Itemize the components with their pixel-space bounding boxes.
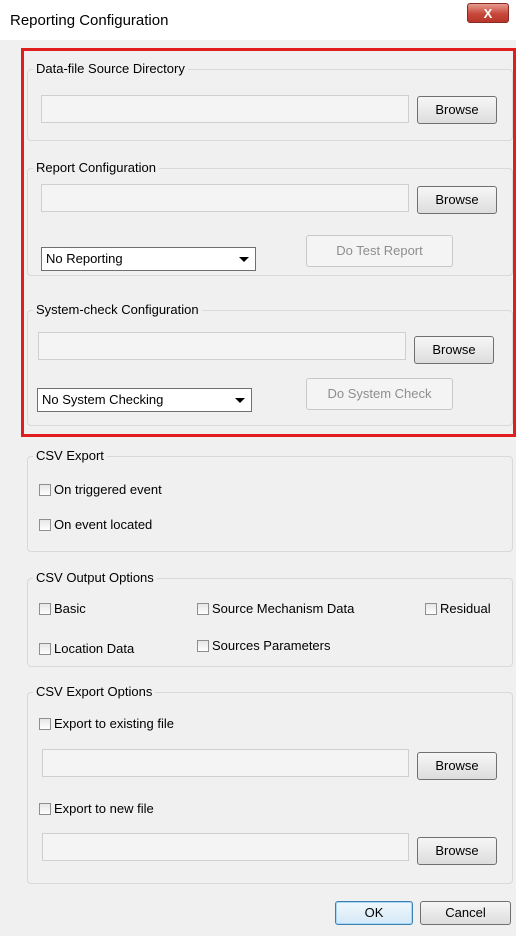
title-bar: Reporting Configuration X [0,0,516,40]
source-mechanism-data-checkbox[interactable]: Source Mechanism Data [197,601,354,616]
ok-button[interactable]: OK [335,901,413,925]
checkbox-label: On triggered event [54,482,162,497]
export-new-file-checkbox[interactable]: Export to new file [39,801,154,816]
on-triggered-event-checkbox[interactable]: On triggered event [39,482,162,497]
checkbox-icon [197,603,209,615]
checkbox-label: On event located [54,517,153,532]
cancel-button[interactable]: Cancel [420,901,511,925]
checkbox-icon [39,484,51,496]
checkbox-icon [425,603,437,615]
checkbox-icon [39,519,51,531]
window-title: Reporting Configuration [10,12,169,29]
checkbox-icon [39,803,51,815]
close-button[interactable]: X [467,3,509,23]
on-event-located-checkbox[interactable]: On event located [39,517,152,532]
existing-file-browse-button[interactable]: Browse [417,752,497,780]
checkbox-icon [39,718,51,730]
csv-export-options-label: CSV Export Options [33,684,156,699]
location-data-checkbox[interactable]: Location Data [39,641,134,656]
csv-export-group [27,456,513,552]
checkbox-label: Sources Parameters [212,638,331,653]
existing-file-path-field[interactable] [42,749,409,777]
residual-checkbox[interactable]: Residual [425,601,491,616]
checkbox-label: Export to new file [54,801,154,816]
csv-output-label: CSV Output Options [33,570,157,585]
sources-parameters-checkbox[interactable]: Sources Parameters [197,638,331,653]
checkbox-label: Source Mechanism Data [212,601,355,616]
dialog-body: Data-file Source Directory Browse Report… [0,40,516,936]
checkbox-icon [39,643,51,655]
checkbox-label: Residual [440,601,491,616]
new-file-path-field[interactable] [42,833,409,861]
checkbox-icon [39,603,51,615]
checkbox-label: Export to existing file [54,716,174,731]
highlight-box [21,48,516,437]
close-icon: X [483,6,493,21]
csv-export-label: CSV Export [33,448,107,463]
basic-checkbox[interactable]: Basic [39,601,86,616]
checkbox-label: Location Data [54,641,135,656]
export-existing-file-checkbox[interactable]: Export to existing file [39,716,174,731]
new-file-browse-button[interactable]: Browse [417,837,497,865]
checkbox-icon [197,640,209,652]
checkbox-label: Basic [54,601,86,616]
